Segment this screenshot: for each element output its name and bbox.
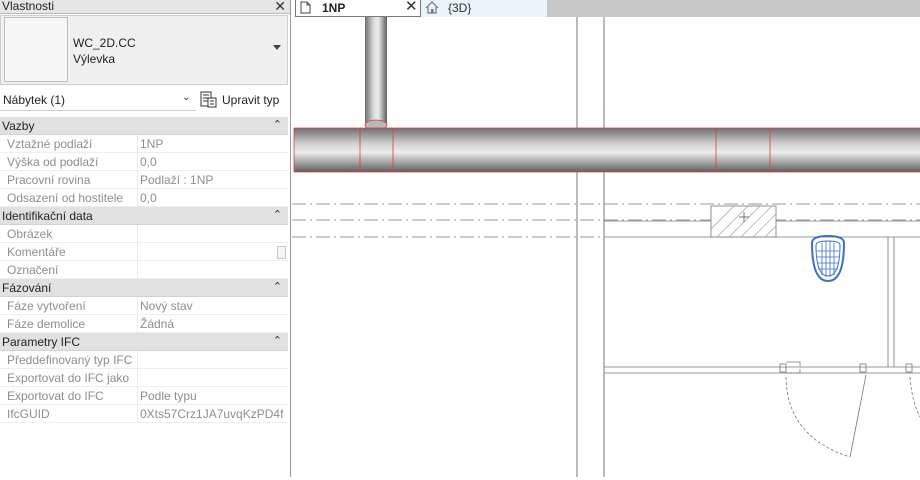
property-value[interactable]: 0Xts57Crz1JA7uvqKzPD4f [140,407,283,421]
property-key: Fáze vytvoření [7,299,86,313]
property-row[interactable]: Fáze demolice Žádná [0,315,288,333]
property-row[interactable]: Předdefinovaný typ IFC [0,351,288,369]
property-row[interactable]: Výška od podlaží 0,0 [0,153,288,171]
tab-label: 1NP [322,1,346,15]
property-row[interactable]: Exportovat do IFC Podle typu [0,387,288,405]
group-header-parametry-ifc[interactable]: Parametry IFC ⌃ [0,333,288,351]
cubicle-walls [604,237,920,458]
properties-panel: Vlastnosti ✕ WC_2D.CC Výlevka Nábytek (1… [0,0,291,477]
drawing-canvas[interactable] [292,17,920,477]
collapse-icon[interactable]: ⌃ [273,280,282,293]
group-label: Vazby [2,119,35,133]
selected-wc-fixture[interactable] [810,234,846,283]
type-name-label: Výlevka [73,52,116,66]
property-key: Exportovat do IFC [7,389,104,403]
instance-filter-dropdown[interactable]: Nábytek (1) ⌄ [0,89,196,111]
properties-title: Vlastnosti [2,0,55,13]
tab-strip-background [547,0,920,17]
property-row[interactable]: Fáze vytvoření Nový stav [0,297,288,315]
collapse-icon[interactable]: ⌃ [273,334,282,347]
property-key: Předdefinovaný typ IFC [7,353,133,367]
property-value[interactable]: Podlaží : 1NP [140,173,213,187]
property-key: Vztažné podlaží [7,137,93,151]
collapse-icon[interactable]: ⌃ [273,208,282,221]
property-key: Fáze demolice [7,317,86,331]
edit-type-button[interactable]: Upravit typ [198,89,288,111]
type-family-label: WC_2D.CC [73,36,136,50]
edit-text-button[interactable] [277,246,286,259]
property-key: Odsazení od hostitele [7,191,124,205]
property-value[interactable]: Podle typu [140,389,197,403]
close-icon[interactable]: ✕ [274,0,286,13]
house-3d-icon [425,1,439,14]
property-row[interactable]: IfcGUID 0Xts57Crz1JA7uvqKzPD4f [0,405,288,423]
property-row[interactable]: Obrázek [0,225,288,243]
group-header-identifikacni-data[interactable]: Identifikační data ⌃ [0,207,288,225]
property-grid: Vazby ⌃ Vztažné podlaží 1NP Výška od podl… [0,117,288,423]
edit-type-icon [200,91,217,108]
group-header-fazovani[interactable]: Fázování ⌃ [0,279,288,297]
instance-filter-label: Nábytek (1) [3,93,66,107]
partition-wall [604,205,920,238]
group-label: Fázování [2,281,52,295]
property-key: Komentáře [7,245,66,259]
hidden-lines [292,203,920,238]
property-value[interactable]: Nový stav [140,299,193,313]
property-row[interactable]: Exportovat do IFC jako [0,369,288,387]
tab-1np[interactable]: 1NP ✕ [295,0,421,17]
type-selector[interactable]: WC_2D.CC Výlevka [0,15,288,85]
horizontal-pipe[interactable] [293,127,920,173]
chevron-down-icon[interactable]: ⌄ [182,92,190,103]
property-key: Obrázek [7,227,53,241]
property-value[interactable]: 0,0 [140,191,157,205]
property-key: Výška od podlaží [7,155,99,169]
tab-label: {3D} [448,1,472,15]
edit-type-label: Upravit typ [222,93,280,107]
property-value[interactable]: 1NP [140,137,163,151]
chevron-down-icon[interactable] [273,45,281,50]
floor-plan-drawing[interactable] [292,17,920,477]
vertical-pipe[interactable] [364,17,388,131]
property-value[interactable]: 0,0 [140,155,157,169]
collapse-icon[interactable]: ⌃ [273,118,282,131]
group-label: Parametry IFC [2,335,81,349]
property-key: Pracovní rovina [7,173,91,187]
tab-3d[interactable]: {3D} [421,0,547,17]
property-key: Exportovat do IFC jako [7,371,130,385]
floor-plan-icon [300,1,311,14]
view-tab-bar: 1NP ✕ {3D} [292,0,920,17]
group-header-vazby[interactable]: Vazby ⌃ [0,117,288,135]
property-row[interactable]: Vztažné podlaží 1NP [0,135,288,153]
type-preview-image [4,17,68,82]
close-icon[interactable]: ✕ [405,0,418,15]
property-row[interactable]: Komentáře [0,243,288,261]
property-row[interactable]: Odsazení od hostitele 0,0 [0,189,288,207]
property-key: Označení [7,263,59,277]
property-value[interactable]: Žádná [140,317,174,331]
group-label: Identifikační data [2,209,93,223]
property-key: IfcGUID [7,407,50,421]
property-row[interactable]: Pracovní rovina Podlaží : 1NP [0,171,288,189]
property-row[interactable]: Označení [0,261,288,279]
properties-title-bar: Vlastnosti ✕ [0,0,290,14]
